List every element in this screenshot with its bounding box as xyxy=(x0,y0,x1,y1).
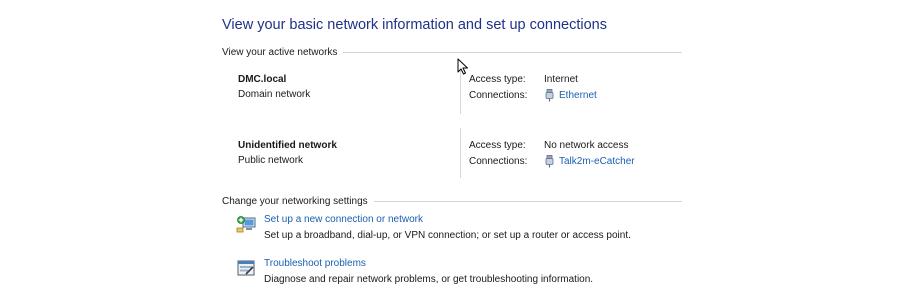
section-divider xyxy=(373,200,682,202)
access-type-row: Access type: No network access xyxy=(469,137,635,153)
section-divider xyxy=(343,51,682,53)
new-connection-icon xyxy=(236,214,256,234)
ethernet-icon xyxy=(544,88,555,102)
network-dmc-local: DMC.local Domain network xyxy=(238,74,310,100)
network-category: Domain network xyxy=(238,89,311,100)
access-type-value: Internet xyxy=(544,73,578,85)
access-type-label: Access type: xyxy=(469,73,526,85)
network-name: DMC.local xyxy=(238,74,287,85)
setup-connection-description: Set up a broadband, dial-up, or VPN conn… xyxy=(264,230,631,241)
talk2m-ecatcher-link[interactable]: Talk2m-eCatcher xyxy=(559,156,635,167)
access-type-value: No network access xyxy=(544,139,629,151)
network-properties: Access type: No network access Connectio… xyxy=(469,137,635,169)
access-type-row: Access type: Internet xyxy=(469,71,597,87)
task-new-connection: Set up a new connection or network Set u… xyxy=(236,214,631,241)
ethernet-icon xyxy=(544,154,555,168)
connections-label: Connections: xyxy=(469,155,528,167)
troubleshoot-link[interactable]: Troubleshoot problems xyxy=(264,258,593,269)
ethernet-link[interactable]: Ethernet xyxy=(559,90,597,101)
task-troubleshoot: Troubleshoot problems Diagnose and repai… xyxy=(236,258,593,285)
active-networks-header-label: View your active networks xyxy=(222,46,338,58)
connections-row: Connections: Ethernet xyxy=(469,87,597,103)
connections-label: Connections: xyxy=(469,89,528,101)
change-settings-header-label: Change your networking settings xyxy=(222,195,368,207)
mouse-pointer-icon xyxy=(457,58,469,80)
troubleshoot-description: Diagnose and repair network problems, or… xyxy=(264,274,594,285)
access-type-label: Access type: xyxy=(469,139,526,151)
network-unidentified: Unidentified network Public network xyxy=(238,140,337,166)
troubleshoot-icon xyxy=(236,258,256,278)
network-category: Public network xyxy=(238,155,304,166)
active-networks-header: View your active networks xyxy=(222,45,682,59)
page-title: View your basic network information and … xyxy=(222,17,608,33)
connections-row: Connections: Talk2m-eCatcher xyxy=(469,153,635,169)
network-name: Unidentified network xyxy=(238,140,337,151)
network-divider xyxy=(460,128,461,178)
network-properties: Access type: Internet Connections: Ether… xyxy=(469,71,597,103)
setup-connection-link[interactable]: Set up a new connection or network xyxy=(264,214,631,225)
change-settings-header: Change your networking settings xyxy=(222,194,682,208)
